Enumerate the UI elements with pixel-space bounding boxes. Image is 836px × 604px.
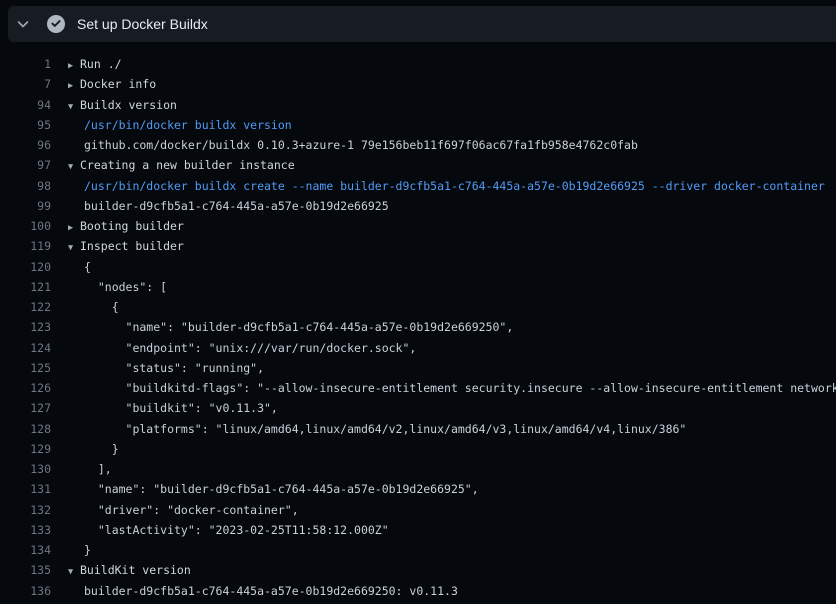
line-number-link[interactable]: 124: [0, 338, 51, 358]
line-number-link[interactable]: 121: [0, 277, 51, 297]
log-line: 136 builder-d9cfb5a1-c764-445a-a57e-0b19…: [0, 581, 836, 601]
step-title: Set up Docker Buildx: [77, 16, 208, 32]
line-number-link[interactable]: 129: [0, 439, 51, 459]
log-group-line[interactable]: 100 ▶Booting builder: [0, 216, 836, 236]
log-line-text: "buildkit": "v0.11.3",: [84, 401, 278, 415]
disclosure-triangle-icon: ▶: [68, 218, 80, 236]
log-lines: 1 ▶Run ./ 7 ▶Docker info 94 ▼Buildx vers…: [0, 42, 836, 601]
line-number-link[interactable]: 130: [0, 459, 51, 479]
line-number-link[interactable]: 95: [0, 115, 51, 135]
log-line: 120 {: [0, 257, 836, 277]
line-number-link[interactable]: 128: [0, 419, 51, 439]
disclosure-triangle-icon: ▶: [68, 76, 80, 94]
log-line: 122 {: [0, 297, 836, 317]
log-line-text: Docker info: [80, 77, 156, 91]
log-line-text: "platforms": "linux/amd64,linux/amd64/v2…: [84, 422, 686, 436]
log-line-text: /usr/bin/docker buildx version: [84, 118, 292, 132]
log-line-text: {: [84, 260, 91, 274]
log-group-line[interactable]: 97 ▼Creating a new builder instance: [0, 155, 836, 175]
log-line-text: }: [84, 543, 91, 557]
log-line-text: builder-d9cfb5a1-c764-445a-a57e-0b19d2e6…: [84, 199, 389, 213]
log-group-line[interactable]: 94 ▼Buildx version: [0, 95, 836, 115]
log-line: 129 }: [0, 439, 836, 459]
log-line: 124 "endpoint": "unix:///var/run/docker.…: [0, 338, 836, 358]
log-group-line[interactable]: 135 ▼BuildKit version: [0, 560, 836, 580]
log-group-line[interactable]: 1 ▶Run ./: [0, 54, 836, 74]
log-line: 132 "driver": "docker-container",: [0, 500, 836, 520]
log-line-text: "nodes": [: [84, 280, 167, 294]
line-number-link[interactable]: 119: [0, 236, 51, 256]
log-line-text: "name": "builder-d9cfb5a1-c764-445a-a57e…: [84, 482, 479, 496]
log-group-line[interactable]: 119 ▼Inspect builder: [0, 236, 836, 256]
line-number-link[interactable]: 122: [0, 297, 51, 317]
log-line-text: builder-d9cfb5a1-c764-445a-a57e-0b19d2e6…: [84, 584, 458, 598]
log-line-text: BuildKit version: [80, 563, 191, 577]
line-number-link[interactable]: 131: [0, 479, 51, 499]
line-number-link[interactable]: 7: [0, 74, 51, 94]
log-line-text: {: [84, 300, 119, 314]
line-number-link[interactable]: 126: [0, 378, 51, 398]
line-number-link[interactable]: 94: [0, 95, 51, 115]
line-number-link[interactable]: 120: [0, 257, 51, 277]
disclosure-triangle-icon: ▶: [68, 56, 80, 74]
log-group-line[interactable]: 7 ▶Docker info: [0, 74, 836, 94]
log-line: 121 "nodes": [: [0, 277, 836, 297]
line-number-link[interactable]: 99: [0, 196, 51, 216]
log-line: 99 builder-d9cfb5a1-c764-445a-a57e-0b19d…: [0, 196, 836, 216]
line-number-link[interactable]: 1: [0, 54, 51, 74]
log-line-text: "driver": "docker-container",: [84, 503, 299, 517]
chevron-down-icon[interactable]: [15, 16, 31, 32]
log-line-text: Creating a new builder instance: [80, 158, 295, 172]
disclosure-triangle-icon: ▼: [68, 157, 80, 175]
disclosure-triangle-icon: ▼: [68, 97, 80, 115]
line-number-link[interactable]: 97: [0, 155, 51, 175]
line-number-link[interactable]: 127: [0, 398, 51, 418]
log-line-text: github.com/docker/buildx 0.10.3+azure-1 …: [84, 138, 638, 152]
log-line-text: "endpoint": "unix:///var/run/docker.sock…: [84, 341, 416, 355]
log-line-text: /usr/bin/docker buildx create --name bui…: [84, 179, 825, 193]
log-line: 133 "lastActivity": "2023-02-25T11:58:12…: [0, 520, 836, 540]
step-success-check-icon: [47, 15, 65, 33]
log-line-text: Run ./: [80, 57, 122, 71]
line-number-link[interactable]: 134: [0, 540, 51, 560]
disclosure-triangle-icon: ▼: [68, 562, 80, 580]
log-line-text: Booting builder: [80, 219, 184, 233]
log-line-text: "status": "running",: [84, 361, 264, 375]
log-line: 130 ],: [0, 459, 836, 479]
log-line: 126 "buildkitd-flags": "--allow-insecure…: [0, 378, 836, 398]
log-line-text: }: [84, 442, 119, 456]
log-line: 95 /usr/bin/docker buildx version: [0, 115, 836, 135]
log-line: 128 "platforms": "linux/amd64,linux/amd6…: [0, 419, 836, 439]
step-header[interactable]: Set up Docker Buildx: [8, 6, 836, 42]
log-line: 127 "buildkit": "v0.11.3",: [0, 398, 836, 418]
log-line-text: "buildkitd-flags": "--allow-insecure-ent…: [84, 381, 836, 395]
log-line-text: ],: [84, 462, 112, 476]
line-number-link[interactable]: 125: [0, 358, 51, 378]
line-number-link[interactable]: 98: [0, 176, 51, 196]
log-line: 96 github.com/docker/buildx 0.10.3+azure…: [0, 135, 836, 155]
log-line-text: "lastActivity": "2023-02-25T11:58:12.000…: [84, 523, 389, 537]
line-number-link[interactable]: 132: [0, 500, 51, 520]
log-line: 131 "name": "builder-d9cfb5a1-c764-445a-…: [0, 479, 836, 499]
line-number-link[interactable]: 136: [0, 581, 51, 601]
log-line-text: "name": "builder-d9cfb5a1-c764-445a-a57e…: [84, 320, 513, 334]
line-number-link[interactable]: 100: [0, 216, 51, 236]
disclosure-triangle-icon: ▼: [68, 238, 80, 256]
log-line-text: Buildx version: [80, 98, 177, 112]
log-line: 125 "status": "running",: [0, 358, 836, 378]
line-number-link[interactable]: 96: [0, 135, 51, 155]
log-line: 98 /usr/bin/docker buildx create --name …: [0, 176, 836, 196]
line-number-link[interactable]: 123: [0, 317, 51, 337]
log-line-text: Inspect builder: [80, 239, 184, 253]
line-number-link[interactable]: 135: [0, 560, 51, 580]
log-line: 134 }: [0, 540, 836, 560]
line-number-link[interactable]: 133: [0, 520, 51, 540]
log-line: 123 "name": "builder-d9cfb5a1-c764-445a-…: [0, 317, 836, 337]
